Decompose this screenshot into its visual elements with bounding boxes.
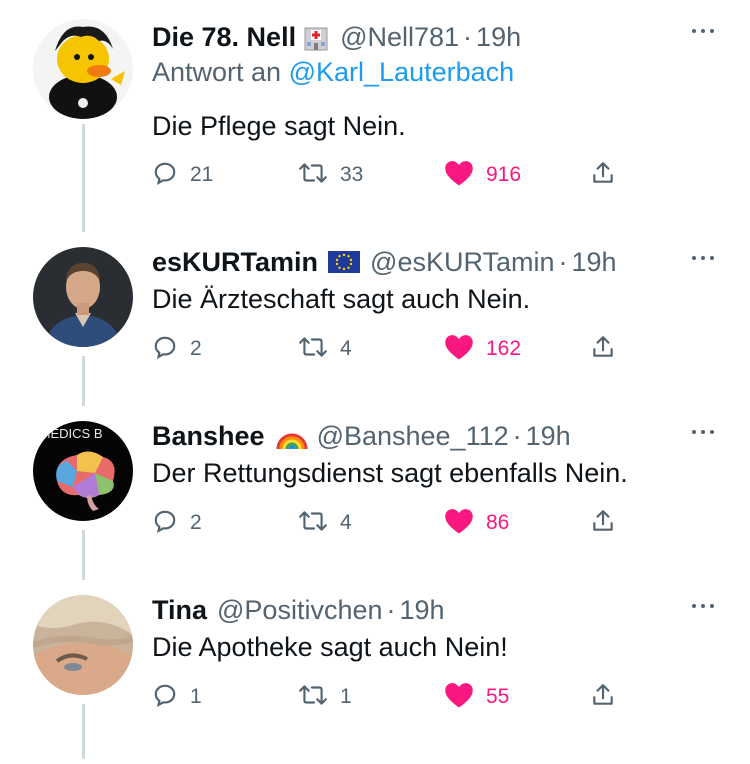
heart-filled-icon: [444, 507, 474, 540]
tweet[interactable]: Tina @Positivchen · 19h Die Apotheke sag…: [0, 590, 750, 764]
user-handle[interactable]: @esKURTamin: [370, 247, 554, 278]
share-button[interactable]: [590, 155, 616, 195]
separator-dot: ·: [463, 21, 473, 52]
display-name[interactable]: esKURTamin: [152, 247, 318, 278]
share-button[interactable]: [590, 503, 616, 543]
hospital-icon: [302, 23, 330, 51]
retweet-count: 33: [340, 163, 364, 186]
avatar[interactable]: [33, 595, 133, 695]
retweet-button[interactable]: 1: [298, 677, 352, 717]
retweet-count: 1: [340, 685, 352, 708]
tweet[interactable]: AMEDICS B Banshee @Banshee_112 · 19h Der…: [0, 416, 750, 590]
reply-to-label: Antwort an: [152, 57, 282, 87]
heart-filled-icon: [444, 159, 474, 192]
tweet-header: Banshee @Banshee_112 · 19h: [152, 416, 571, 456]
timestamp[interactable]: 19h: [572, 247, 617, 278]
reply-count: 1: [190, 685, 202, 708]
more-options-icon[interactable]: [692, 29, 714, 33]
reply-button[interactable]: 1: [152, 677, 202, 717]
tweet[interactable]: Die 78. Nell @Nell781 · 19h Antwort an @…: [0, 15, 750, 189]
user-handle[interactable]: @Banshee_112: [317, 421, 509, 452]
reply-button[interactable]: 21: [152, 155, 213, 195]
display-name[interactable]: Banshee: [152, 421, 265, 452]
like-button[interactable]: 55: [444, 677, 509, 717]
avatar[interactable]: AMEDICS B: [33, 421, 133, 521]
tweet-header: Tina @Positivchen · 19h: [152, 590, 445, 630]
tweet-header: Die 78. Nell @Nell781 · 19h: [152, 17, 521, 57]
tweet-text: Die Ärzteschaft sagt auch Nein.: [152, 284, 531, 314]
reply-count: 2: [190, 511, 202, 534]
reply-button[interactable]: 2: [152, 329, 202, 369]
tweet-text: Der Rettungsdienst sagt ebenfalls Nein.: [152, 458, 628, 488]
heart-filled-icon: [444, 333, 474, 366]
like-count: 55: [486, 685, 510, 708]
avatar[interactable]: [33, 19, 133, 119]
retweet-button[interactable]: 4: [298, 329, 352, 369]
like-button[interactable]: 86: [444, 503, 509, 543]
retweet-button[interactable]: 4: [298, 503, 352, 543]
share-icon: [590, 334, 616, 365]
share-icon: [590, 682, 616, 713]
reply-icon: [152, 682, 178, 713]
retweet-icon: [298, 508, 328, 539]
tweet-text: Die Apotheke sagt auch Nein!: [152, 632, 508, 662]
share-icon: [590, 160, 616, 191]
separator-dot: ·: [558, 246, 568, 277]
retweet-icon: [298, 334, 328, 365]
retweet-count: 4: [340, 511, 352, 534]
reply-button[interactable]: 2: [152, 503, 202, 543]
timestamp[interactable]: 19h: [400, 595, 445, 626]
like-count: 916: [486, 163, 522, 186]
timestamp[interactable]: 19h: [526, 421, 571, 452]
eu-flag-icon: [328, 251, 361, 273]
reply-count: 21: [190, 163, 214, 186]
avatar-text: AMEDICS B: [33, 426, 103, 441]
tweet-text: Die Pflege sagt Nein.: [152, 111, 406, 141]
timestamp[interactable]: 19h: [476, 22, 521, 53]
like-button[interactable]: 916: [444, 155, 521, 195]
tweet[interactable]: esKURTamin @esKURTamin · 19h Die Ärztesc…: [0, 242, 750, 416]
retweet-icon: [298, 160, 328, 191]
avatar[interactable]: [33, 247, 133, 347]
like-count: 162: [486, 337, 522, 360]
like-count: 86: [486, 511, 510, 534]
share-icon: [590, 508, 616, 539]
display-name[interactable]: Die 78. Nell: [152, 22, 296, 53]
reply-to-line: Antwort an @Karl_Lauterbach: [152, 57, 514, 88]
more-options-icon[interactable]: [692, 256, 714, 260]
reply-count: 2: [190, 337, 202, 360]
retweet-count: 4: [340, 337, 352, 360]
tweet-actions: 1 1 55: [152, 677, 632, 717]
tweet-actions: 21 33 916: [152, 155, 632, 195]
reply-to-handle-link[interactable]: @Karl_Lauterbach: [289, 57, 515, 87]
like-button[interactable]: 162: [444, 329, 521, 369]
share-button[interactable]: [590, 677, 616, 717]
reply-icon: [152, 334, 178, 365]
retweet-button[interactable]: 33: [298, 155, 363, 195]
more-options-icon[interactable]: [692, 604, 714, 608]
more-options-icon[interactable]: [692, 430, 714, 434]
user-handle[interactable]: @Positivchen: [217, 595, 382, 626]
separator-dot: ·: [512, 420, 522, 451]
heart-filled-icon: [444, 681, 474, 714]
display-name[interactable]: Tina: [152, 595, 207, 626]
share-button[interactable]: [590, 329, 616, 369]
tweet-header: esKURTamin @esKURTamin · 19h: [152, 242, 617, 282]
separator-dot: ·: [386, 594, 396, 625]
retweet-icon: [298, 682, 328, 713]
rainbow-icon: [275, 421, 309, 451]
user-handle[interactable]: @Nell781: [340, 22, 459, 53]
tweet-actions: 2 4 162: [152, 329, 632, 369]
reply-icon: [152, 160, 178, 191]
tweet-actions: 2 4 86: [152, 503, 632, 543]
reply-icon: [152, 508, 178, 539]
